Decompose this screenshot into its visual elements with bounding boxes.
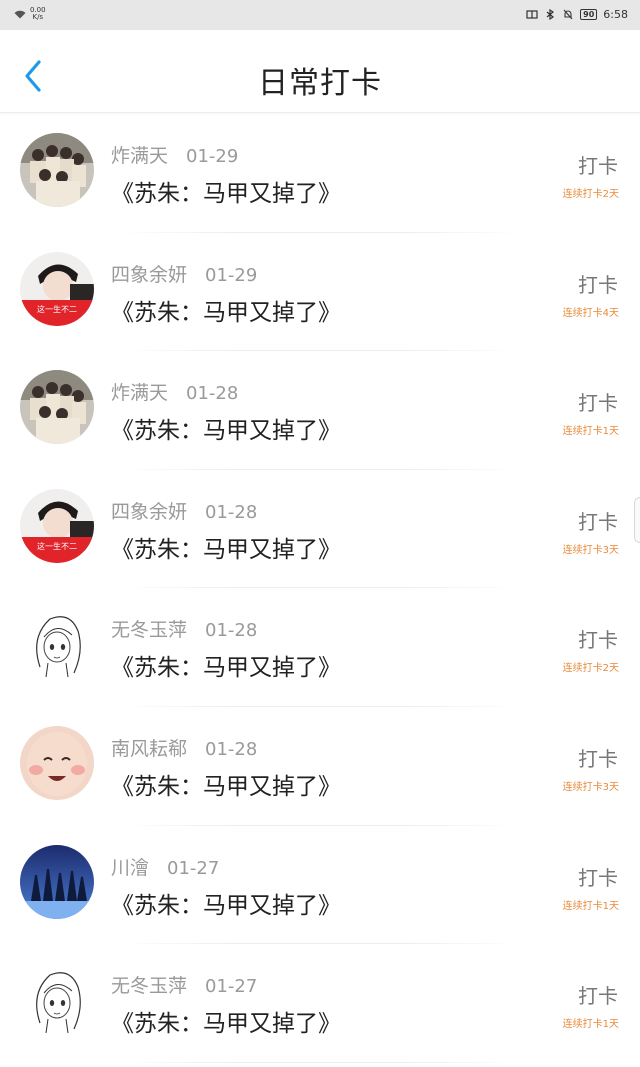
book-title[interactable]: 《苏朱：马甲又掉了》 xyxy=(111,530,341,564)
avatar[interactable] xyxy=(20,133,94,207)
user-meta: 无冬玉萍 01-27 xyxy=(111,971,257,998)
battery-icon: 90 xyxy=(580,9,598,20)
user-name[interactable]: 四象余妍 xyxy=(111,501,187,523)
user-meta: 炸满天 01-28 xyxy=(111,378,238,405)
header: 日常打卡 xyxy=(0,30,640,113)
user-name[interactable]: 无冬玉萍 xyxy=(111,619,187,641)
user-meta: 四象余妍 01-29 xyxy=(111,260,257,287)
clock: 6:58 xyxy=(603,8,628,21)
checkin-list: 炸满天 01-29 《苏朱：马甲又掉了》 打卡 连续打卡2天 这一生不二 四象余妍… xyxy=(0,114,640,1063)
checkin-date: 01-27 xyxy=(167,857,220,879)
svg-text:这一生不二: 这一生不二 xyxy=(37,304,77,314)
list-item[interactable]: 这一生不二 四象余妍 01-29 《苏朱：马甲又掉了》 打卡 连续打卡4天 xyxy=(0,233,640,352)
wifi-icon xyxy=(14,10,26,18)
streak-count: 连续打卡3天 xyxy=(562,781,619,793)
list-item[interactable]: 无冬玉萍 01-28 《苏朱：马甲又掉了》 打卡 连续打卡2天 xyxy=(0,588,640,707)
avatar[interactable] xyxy=(20,963,94,1038)
sim-icon xyxy=(526,10,538,19)
user-name[interactable]: 南风耘郗 xyxy=(111,738,187,760)
avatar[interactable] xyxy=(20,725,94,800)
streak-count: 连续打卡4天 xyxy=(562,307,619,319)
book-title[interactable]: 《苏朱：马甲又掉了》 xyxy=(111,648,341,682)
user-meta: 南风耘郗 01-28 xyxy=(111,734,257,761)
avatar[interactable]: 这一生不二 xyxy=(20,251,94,326)
bluetooth-icon xyxy=(546,9,555,20)
user-name[interactable]: 川澮 xyxy=(111,857,149,879)
mute-icon xyxy=(563,9,573,20)
user-meta: 炸满天 01-29 xyxy=(111,141,238,168)
status-bar: 0.00 K/s 90 6:58 xyxy=(0,0,640,30)
book-title[interactable]: 《苏朱：马甲又掉了》 xyxy=(111,174,341,208)
checkin-button[interactable]: 打卡 xyxy=(578,743,618,772)
book-title[interactable]: 《苏朱：马甲又掉了》 xyxy=(111,767,341,801)
list-item[interactable]: 这一生不二 四象余妍 01-28 《苏朱：马甲又掉了》 打卡 连续打卡3天 xyxy=(0,470,640,589)
list-item[interactable]: 南风耘郗 01-28 《苏朱：马甲又掉了》 打卡 连续打卡3天 xyxy=(0,707,640,826)
avatar[interactable]: 这一生不二 xyxy=(20,488,94,563)
checkin-button[interactable]: 打卡 xyxy=(578,269,618,298)
page-title: 日常打卡 xyxy=(258,66,382,101)
svg-text:这一生不二: 这一生不二 xyxy=(37,541,77,551)
user-name[interactable]: 炸满天 xyxy=(111,145,168,167)
checkin-date: 01-28 xyxy=(205,620,258,642)
avatar[interactable] xyxy=(20,844,94,919)
user-name[interactable]: 无冬玉萍 xyxy=(111,975,187,997)
checkin-button[interactable]: 打卡 xyxy=(578,387,618,416)
user-name[interactable]: 炸满天 xyxy=(111,382,168,404)
user-meta: 四象余妍 01-28 xyxy=(111,497,257,524)
checkin-date: 01-29 xyxy=(186,146,239,167)
checkin-date: 01-28 xyxy=(186,383,239,405)
list-item[interactable]: 无冬玉萍 01-27 《苏朱：马甲又掉了》 打卡 连续打卡1天 xyxy=(0,944,640,1063)
user-meta: 川澮 01-27 xyxy=(111,853,219,880)
checkin-button[interactable]: 打卡 xyxy=(578,150,618,179)
status-right: 90 6:58 xyxy=(526,8,628,21)
divider xyxy=(120,1061,520,1063)
checkin-button[interactable]: 打卡 xyxy=(578,862,618,891)
list-item[interactable]: 川澮 01-27 《苏朱：马甲又掉了》 打卡 连续打卡1天 xyxy=(0,826,640,945)
checkin-button[interactable]: 打卡 xyxy=(578,980,618,1009)
checkin-button[interactable]: 打卡 xyxy=(578,506,618,535)
list-item[interactable]: 炸满天 01-29 《苏朱：马甲又掉了》 打卡 连续打卡2天 xyxy=(0,114,640,233)
checkin-button[interactable]: 打卡 xyxy=(578,624,618,653)
streak-count: 连续打卡1天 xyxy=(562,426,619,438)
book-title[interactable]: 《苏朱：马甲又掉了》 xyxy=(111,886,341,920)
streak-count: 连续打卡2天 xyxy=(562,189,619,200)
streak-count: 连续打卡2天 xyxy=(562,663,619,675)
list-item[interactable]: 炸满天 01-28 《苏朱：马甲又掉了》 打卡 连续打卡1天 xyxy=(0,351,640,470)
user-meta: 无冬玉萍 01-28 xyxy=(111,615,257,642)
net-speed: 0.00 K/s xyxy=(30,6,46,21)
book-title[interactable]: 《苏朱：马甲又掉了》 xyxy=(111,1004,341,1038)
streak-count: 连续打卡1天 xyxy=(562,1019,619,1031)
scrollbar-handle[interactable] xyxy=(634,497,640,543)
avatar[interactable] xyxy=(20,607,94,682)
streak-count: 连续打卡3天 xyxy=(562,544,619,556)
checkin-date: 01-29 xyxy=(205,264,258,286)
book-title[interactable]: 《苏朱：马甲又掉了》 xyxy=(111,411,341,445)
user-name[interactable]: 四象余妍 xyxy=(111,264,187,286)
book-title[interactable]: 《苏朱：马甲又掉了》 xyxy=(111,293,341,327)
status-left: 0.00 K/s xyxy=(14,7,46,21)
checkin-date: 01-27 xyxy=(205,976,258,998)
checkin-date: 01-28 xyxy=(205,501,258,523)
streak-count: 连续打卡1天 xyxy=(562,900,619,912)
checkin-date: 01-28 xyxy=(205,738,258,760)
avatar[interactable] xyxy=(20,370,94,445)
